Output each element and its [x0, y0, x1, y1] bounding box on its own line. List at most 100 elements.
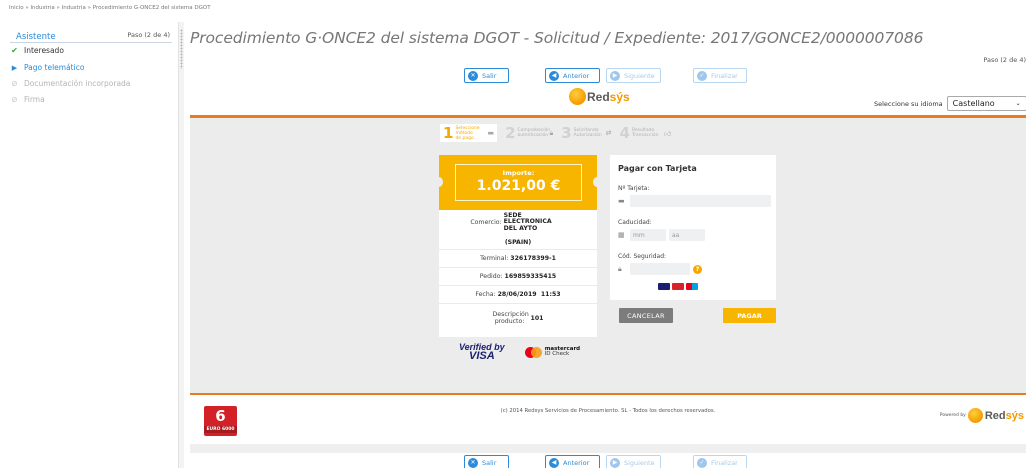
salir-label: Salir	[482, 71, 497, 80]
lock-icon: 🔒︎	[549, 128, 554, 137]
sidebar-item-label: Interesado	[24, 46, 64, 55]
amount-label: Importe:	[502, 169, 535, 177]
cvv-input[interactable]	[630, 263, 690, 275]
fecha-row: Fecha: 28/06/2019 11:53	[439, 286, 597, 304]
calendar-icon: ▦	[618, 231, 625, 239]
close-icon: ✕	[468, 457, 478, 468]
card-payment-form: Pagar con Tarjeta Nº Tarjeta: ▬ Caducida…	[610, 155, 776, 300]
step-counter: Paso (2 de 4)	[983, 56, 1026, 64]
sidebar-splitter[interactable]	[178, 22, 184, 468]
descripcion-label: Descripción producto:	[492, 311, 529, 325]
arrow-right-icon: ▶	[610, 70, 620, 81]
comercio-value: SEDE ELECTRONICA DEL AYTO	[503, 211, 552, 232]
pedido-row: Pedido: 169859335415	[439, 268, 597, 286]
euro6000-label: EURO 6000	[204, 426, 237, 433]
card-number-input[interactable]	[630, 195, 771, 207]
terminal-row: Terminal: 326178399-1	[439, 250, 597, 268]
progress-step-label: Seleccione método de pago	[455, 125, 480, 141]
progress-step-label: Resultado Transacción	[631, 128, 659, 138]
verified-by-visa-logo: Verified by VISA	[459, 343, 505, 362]
breadcrumb-separator: »	[87, 5, 91, 11]
breadcrumb-item-inicio[interactable]: Inicio	[9, 5, 24, 11]
order-info-card: Importe: 1.021,00 € Comercio: SEDE ELECT…	[435, 155, 601, 337]
arrow-right-icon: ▶	[610, 457, 620, 468]
ticket-notch	[593, 177, 601, 187]
page-title: Procedimiento G·ONCE2 del sistema DGOT -…	[190, 29, 924, 47]
check-icon: ✔	[11, 46, 18, 55]
redsys-wordmark-b: sýs	[609, 89, 630, 104]
sidebar-item-interesado[interactable]: ✔ Interesado	[10, 46, 64, 55]
card-icon: ▬	[618, 197, 625, 205]
finalizar-label: Finalizar	[711, 458, 738, 467]
sidebar-title: Asistente	[16, 32, 56, 42]
salir-button[interactable]: ✕ Salir	[464, 68, 509, 83]
pedido-label: Pedido:	[479, 273, 503, 280]
breadcrumb-item-industria[interactable]: Industria	[30, 5, 54, 11]
card-number-row: ▬	[618, 195, 776, 207]
pay-button[interactable]: PAGAR	[723, 308, 776, 323]
lock-icon: 🔒︎	[618, 264, 622, 273]
redsys-wordmark-small: Redsýs	[985, 410, 1024, 422]
visa-card-icon	[658, 283, 670, 290]
finalizar-label: Finalizar	[711, 71, 738, 80]
expiry-label: Caducidad:	[618, 219, 652, 226]
card-number-label: Nº Tarjeta:	[618, 185, 650, 192]
check-icon: ✓	[697, 70, 707, 81]
descripcion-value: 101	[530, 315, 544, 322]
terminal-label: Terminal:	[480, 255, 509, 262]
breadcrumb-item-industria-2[interactable]: Industria	[62, 5, 86, 11]
siguiente-button[interactable]: ▶ Siguiente	[606, 68, 661, 83]
redsys-ball-icon	[967, 408, 983, 423]
arrow-left-icon: ◀	[549, 70, 559, 81]
expiry-year-input[interactable]: aa	[669, 229, 705, 241]
language-value: Castellano	[952, 99, 995, 108]
descripcion-row: Descripción producto: 101	[439, 304, 597, 333]
progress-step-label: Solicitando Autorización	[573, 128, 602, 138]
comercio-row: Comercio: SEDE ELECTRONICA DEL AYTO (SPA…	[439, 210, 597, 250]
amount-value: 1.021,00 €	[476, 178, 561, 194]
progress-step-label: Comprobación autenticación	[517, 128, 551, 138]
expiry-row: ▦ mm aa	[618, 229, 776, 241]
wizard-sidebar: Asistente Paso (2 de 4) ✔ Interesado ▶ P…	[0, 28, 178, 468]
help-icon[interactable]: ?	[693, 264, 702, 274]
sidebar-item-label: Firma	[24, 95, 45, 104]
finalizar-button[interactable]: ✓ Finalizar	[693, 455, 747, 468]
breadcrumb: Inicio » Industria » Industria » Procedi…	[9, 5, 211, 11]
anterior-label: Anterior	[563, 71, 590, 80]
language-selector: Seleccione su idioma Castellano ⌄	[874, 96, 1026, 111]
fecha-value: 28/06/2019 11:53	[497, 291, 561, 298]
chevron-down-icon: ⌄	[1015, 100, 1021, 107]
siguiente-button[interactable]: ▶ Siguiente	[606, 455, 661, 468]
thumbs-up-icon: 👍︎	[663, 129, 672, 138]
progress-step-3: 3 Solicitando Autorización ⇄	[561, 124, 611, 142]
payment-area: 1 Seleccione método de pago ▬ 2 Comproba…	[190, 115, 1026, 393]
cvv-row: 🔒︎ ?	[618, 263, 776, 275]
progress-step-number: 4	[619, 124, 630, 142]
splitter-grip-icon[interactable]	[180, 29, 183, 69]
language-label: Seleccione su idioma	[874, 99, 943, 108]
payment-progress: 1 Seleccione método de pago ▬ 2 Comproba…	[440, 124, 671, 142]
cvv-label: Cód. Seguridad:	[618, 253, 667, 260]
redsys-logo: Redsýs	[569, 88, 630, 105]
wizard-nav-bottom: ✕ Salir ◀ Anterior ▶ Siguiente ✓ Finaliz…	[0, 455, 1026, 468]
powered-by-label: Powered by	[939, 413, 966, 418]
redsys-wordmark: Redsýs	[587, 90, 630, 104]
close-icon: ✕	[468, 70, 478, 81]
anterior-button[interactable]: ◀ Anterior	[545, 68, 600, 83]
progress-step-2: 2 Comprobación autenticación 🔒︎	[505, 124, 553, 142]
accepted-cards	[658, 283, 698, 290]
mc-line2: ID Check	[544, 351, 570, 357]
finalizar-button[interactable]: ✓ Finalizar	[693, 68, 747, 83]
anterior-label: Anterior	[563, 458, 590, 467]
sidebar-step-counter: Paso (2 de 4)	[127, 31, 170, 39]
language-select[interactable]: Castellano ⌄	[946, 96, 1026, 111]
anterior-button[interactable]: ◀ Anterior	[545, 455, 600, 468]
security-badges: Verified by VISA mastercard ID Check	[459, 343, 580, 362]
redsys-ball-icon	[569, 88, 586, 105]
amount-frame: Importe: 1.021,00 €	[455, 164, 582, 201]
pedido-value: 169859335415	[504, 273, 557, 280]
expiry-month-input[interactable]: mm	[630, 229, 666, 241]
disabled-icon: ⊘	[11, 95, 18, 104]
salir-button[interactable]: ✕ Salir	[464, 455, 509, 468]
cancel-button[interactable]: CANCELAR	[619, 308, 673, 323]
